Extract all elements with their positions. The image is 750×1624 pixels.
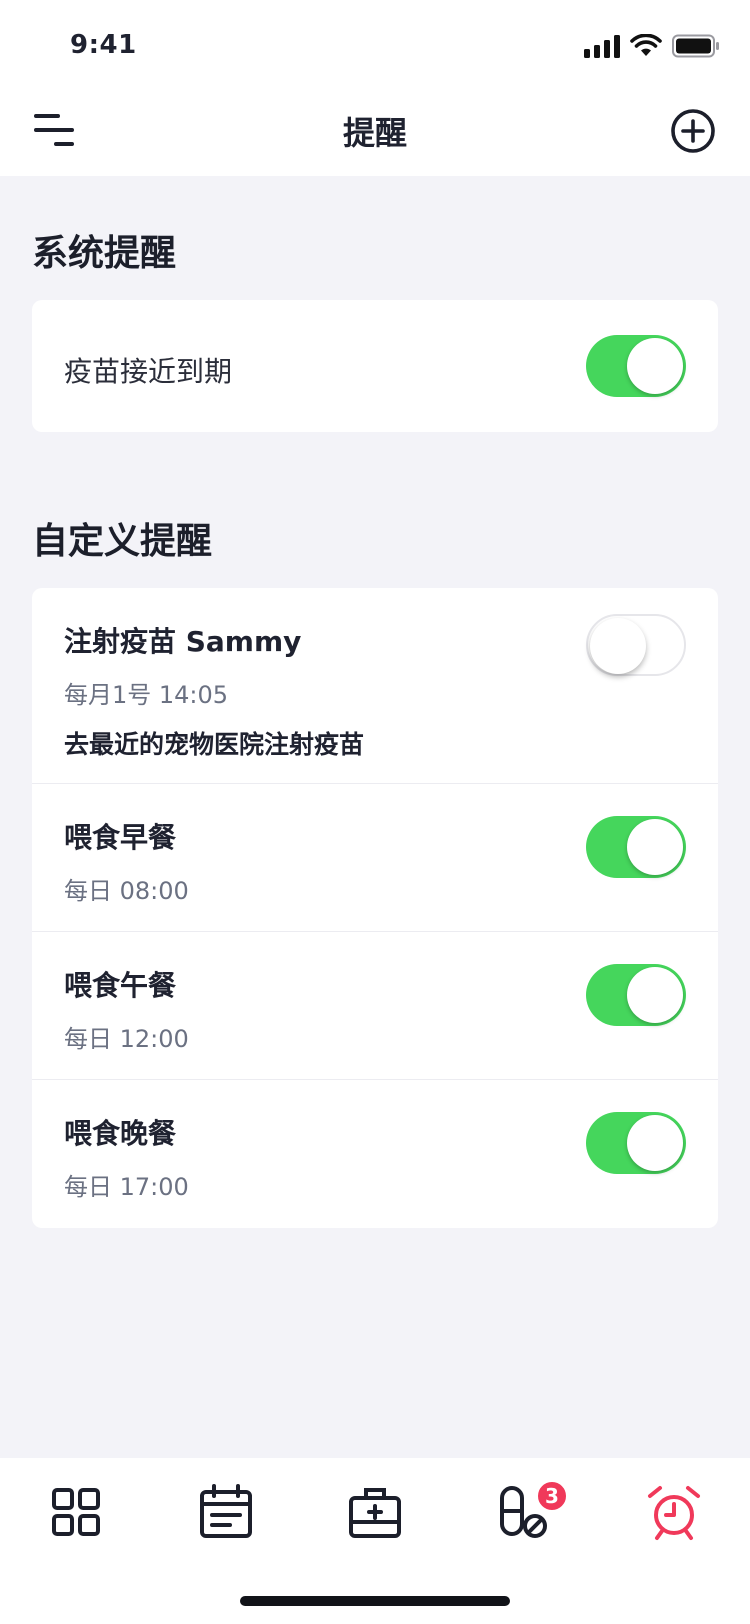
home-indicator [240,1596,510,1606]
reminder-schedule: 每日 12:00 [64,1025,189,1053]
reminder-toggle[interactable] [586,964,686,1026]
reminder-toggle[interactable] [586,1112,686,1174]
toggle-knob [590,618,646,674]
custom-reminder-row[interactable]: 注射疫苗 Sammy 每月1号 14:05 去最近的宠物医院注射疫苗 [32,588,718,784]
custom-reminders-card: 注射疫苗 Sammy 每月1号 14:05 去最近的宠物医院注射疫苗 喂食早餐 … [32,588,718,1228]
system-reminders-heading: 系统提醒 [32,233,177,274]
reminder-toggle[interactable] [586,816,686,878]
add-reminder-button[interactable] [670,108,716,154]
custom-reminders-heading: 自定义提醒 [32,521,213,562]
system-reminder-label: 疫苗接近到期 [64,355,233,388]
reminder-title: 喂食早餐 [64,821,177,854]
reminder-title: 注射疫苗 Sammy [64,625,302,658]
custom-reminder-row[interactable]: 喂食晚餐 每日 17:00 [32,1080,718,1228]
toggle-knob [627,1115,683,1171]
battery-icon [672,34,719,58]
status-icons [584,32,720,60]
toggle-knob [627,338,683,394]
reminder-schedule: 每月1号 14:05 [64,681,229,709]
reminder-schedule: 每日 08:00 [64,877,189,905]
reminder-note: 去最近的宠物医院注射疫苗 [64,730,365,759]
top-bar: 9:41 提醒 [0,0,750,176]
toggle-knob [627,819,683,875]
cellular-signal-icon [584,35,620,58]
alarm-clock-icon[interactable] [644,1482,704,1542]
reminder-title: 喂食晚餐 [64,1117,177,1150]
pill-badge: 3 [536,1480,568,1512]
page-title: 提醒 [342,114,407,152]
toggle-knob [627,967,683,1023]
reminder-title: 喂食午餐 [64,969,177,1002]
system-reminder-row: 疫苗接近到期 [32,300,718,432]
status-time: 9:41 [70,30,137,60]
wifi-icon [630,34,662,56]
reminder-schedule: 每日 17:00 [64,1173,189,1201]
calendar-icon[interactable] [196,1482,256,1542]
medical-kit-icon[interactable] [345,1482,405,1542]
grid-icon[interactable] [46,1482,106,1542]
custom-reminder-row[interactable]: 喂食午餐 每日 12:00 [32,932,718,1080]
vaccine-expiry-toggle[interactable] [586,335,686,397]
reminder-toggle[interactable] [586,614,686,676]
system-reminders-card: 疫苗接近到期 [32,300,718,432]
custom-reminder-row[interactable]: 喂食早餐 每日 08:00 [32,784,718,932]
